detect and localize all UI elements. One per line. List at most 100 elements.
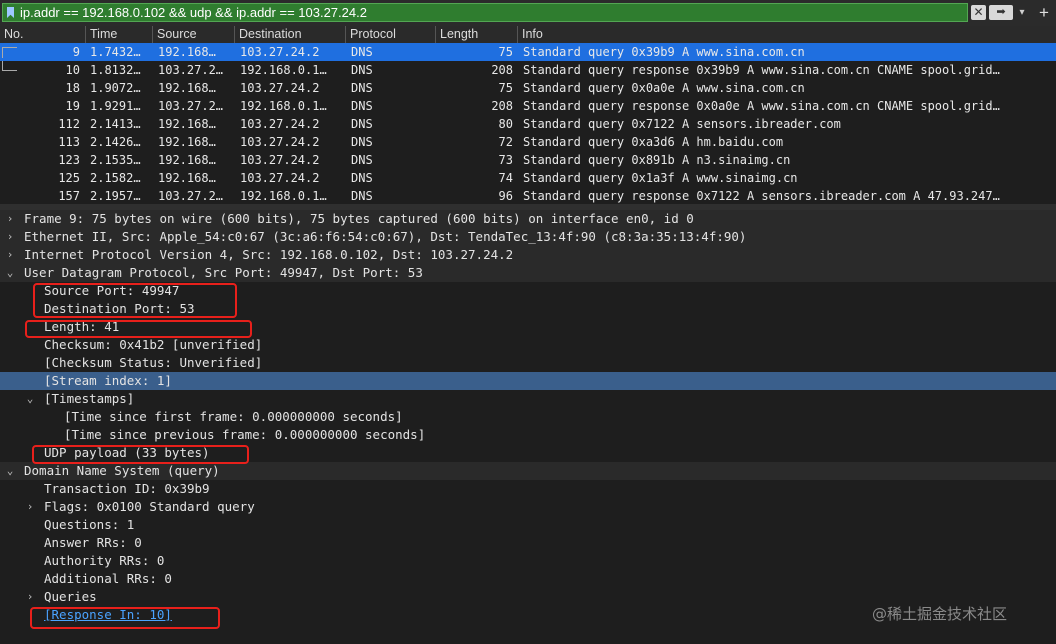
packet-row[interactable]: 10 1.8132… 103.27.2… 192.168.0.1… DNS 208 Stan… <box>0 61 1056 79</box>
packet-cell-len: 208 <box>491 63 513 77</box>
bookmark-icon[interactable] <box>7 7 14 18</box>
detail-text: Ethernet II, Src: Apple_54:c0:67 (3c:a6:… <box>24 229 747 244</box>
column-header-source[interactable]: Source <box>153 26 235 43</box>
expand-arrow-icon[interactable]: › <box>4 228 16 246</box>
detail-row[interactable]: Transaction ID: 0x39b9 <box>0 480 1056 498</box>
packet-row[interactable]: 125 2.1582… 192.168… 103.27.24.2 DNS 74 Standa… <box>0 169 1056 187</box>
packet-cell-info: Standard query 0x7122 A sensors.ibreader… <box>523 117 841 131</box>
detail-row[interactable]: ⌄ [Timestamps] <box>0 390 1056 408</box>
packet-row[interactable]: 113 2.1426… 192.168… 103.27.24.2 DNS 72 Standa… <box>0 133 1056 151</box>
packet-cell-info: Standard query response 0x7122 A sensors… <box>523 189 1000 203</box>
packet-details-tree: › Frame 9: 75 bytes on wire (600 bits), 7… <box>0 210 1056 644</box>
watermark: @稀土掘金技术社区 <box>872 605 1008 623</box>
detail-row[interactable]: [Time since previous frame: 0.000000000 … <box>0 426 1056 444</box>
packet-cell-len: 75 <box>498 81 513 95</box>
detail-text: Checksum: 0x41b2 [unverified] <box>44 337 263 352</box>
packet-cell-no: 113 <box>58 135 80 149</box>
packet-cell-proto: DNS <box>351 63 373 77</box>
packet-cell-src: 192.168… <box>158 81 216 95</box>
annotation-box-ports <box>33 283 237 318</box>
column-header-protocol[interactable]: Protocol <box>346 26 436 43</box>
detail-row[interactable]: ⌄ Domain Name System (query) <box>0 462 1056 480</box>
detail-row[interactable]: [Time since first frame: 0.000000000 sec… <box>0 408 1056 426</box>
packet-cell-time: 2.1413… <box>90 117 141 131</box>
detail-text: Answer RRs: 0 <box>44 535 142 550</box>
packet-cell-info: Standard query 0x891b A n3.sinaimg.cn <box>523 153 791 167</box>
column-header-no[interactable]: No. <box>0 26 86 43</box>
packet-cell-time: 2.1426… <box>90 135 141 149</box>
display-filter-bar: ip.addr == 192.168.0.102 && udp && ip.ad… <box>0 0 1056 26</box>
column-header-destination[interactable]: Destination <box>235 26 346 43</box>
packet-row[interactable]: 9 1.7432… 192.168… 103.27.24.2 DNS 75 Standard… <box>0 43 1056 61</box>
detail-row[interactable]: › Ethernet II, Src: Apple_54:c0:67 (3c:a6… <box>0 228 1056 246</box>
annotation-box-length <box>25 320 252 338</box>
filter-history-dropdown-icon[interactable]: ▾ <box>1016 5 1028 20</box>
packet-cell-info: Standard query 0x1a3f A www.sinaimg.cn <box>523 171 798 185</box>
clear-filter-button[interactable]: ✕ <box>971 5 986 20</box>
detail-text: Flags: 0x0100 Standard query <box>44 499 255 514</box>
packet-row[interactable]: 19 1.9291… 103.27.2… 192.168.0.1… DNS 208 Stan… <box>0 97 1056 115</box>
detail-row[interactable]: › Internet Protocol Version 4, Src: 192.1… <box>0 246 1056 264</box>
collapse-arrow-icon[interactable]: ⌄ <box>4 462 16 480</box>
detail-row[interactable]: Questions: 1 <box>0 516 1056 534</box>
packet-cell-proto: DNS <box>351 99 373 113</box>
packet-cell-src: 103.27.2… <box>158 189 224 203</box>
packet-cell-len: 80 <box>498 117 513 131</box>
detail-row[interactable]: › Flags: 0x0100 Standard query <box>0 498 1056 516</box>
detail-row[interactable]: Additional RRs: 0 <box>0 570 1056 588</box>
expand-arrow-icon[interactable]: › <box>4 210 16 228</box>
packet-cell-dst: 192.168.0.1… <box>240 99 327 113</box>
detail-text: Internet Protocol Version 4, Src: 192.16… <box>24 247 514 262</box>
packet-cell-dst: 192.168.0.1… <box>240 63 327 77</box>
detail-text: [Time since previous frame: 0.000000000 … <box>64 427 426 442</box>
detail-row[interactable]: Authority RRs: 0 <box>0 552 1056 570</box>
packet-cell-proto: DNS <box>351 135 373 149</box>
detail-row[interactable]: Answer RRs: 0 <box>0 534 1056 552</box>
packet-cell-no: 125 <box>58 171 80 185</box>
packet-cell-len: 74 <box>498 171 513 185</box>
display-filter-text[interactable]: ip.addr == 192.168.0.102 && udp && ip.ad… <box>20 5 367 20</box>
packet-cell-no: 19 <box>65 99 80 113</box>
column-header-length[interactable]: Length <box>436 26 518 43</box>
packet-cell-len: 75 <box>498 45 513 59</box>
packet-row[interactable]: 123 2.1535… 192.168… 103.27.24.2 DNS 73 Standa… <box>0 151 1056 169</box>
packet-cell-time: 2.1957… <box>90 189 141 203</box>
packet-cell-src: 192.168… <box>158 171 216 185</box>
detail-text: [Time since first frame: 0.000000000 sec… <box>64 409 403 424</box>
collapse-arrow-icon[interactable]: ⌄ <box>4 264 16 282</box>
expand-arrow-icon[interactable]: › <box>24 588 36 606</box>
detail-row[interactable]: ⌄ User Datagram Protocol, Src Port: 49947… <box>0 264 1056 282</box>
collapse-arrow-icon[interactable]: ⌄ <box>24 390 36 408</box>
display-filter-input[interactable]: ip.addr == 192.168.0.102 && udp && ip.ad… <box>2 3 968 22</box>
packet-cell-len: 96 <box>498 189 513 203</box>
detail-row[interactable]: Checksum: 0x41b2 [unverified] <box>0 336 1056 354</box>
packet-cell-dst: 103.27.24.2 <box>240 81 320 95</box>
add-filter-button[interactable]: + <box>1036 3 1052 22</box>
detail-text: [Stream index: 1] <box>44 373 172 388</box>
packet-row[interactable]: 18 1.9072… 192.168… 103.27.24.2 DNS 75 Standar… <box>0 79 1056 97</box>
detail-row[interactable]: [Stream index: 1] <box>0 372 1056 390</box>
packet-cell-no: 157 <box>58 189 80 203</box>
packet-cell-proto: DNS <box>351 153 373 167</box>
packet-cell-time: 1.8132… <box>90 63 141 77</box>
detail-text: Transaction ID: 0x39b9 <box>44 481 210 496</box>
packet-cell-dst: 103.27.24.2 <box>240 45 320 59</box>
column-header-info[interactable]: Info <box>518 26 1056 43</box>
packet-cell-src: 192.168… <box>158 45 216 59</box>
packet-cell-no: 123 <box>58 153 80 167</box>
expand-arrow-icon[interactable]: › <box>4 246 16 264</box>
detail-text: [Timestamps] <box>44 391 135 406</box>
detail-text: Frame 9: 75 bytes on wire (600 bits), 75… <box>24 211 694 226</box>
packet-cell-dst: 103.27.24.2 <box>240 171 320 185</box>
packet-row[interactable]: 112 2.1413… 192.168… 103.27.24.2 DNS 80 Standa… <box>0 115 1056 133</box>
annotation-box-udp-payload <box>32 445 249 464</box>
detail-row[interactable]: [Checksum Status: Unverified] <box>0 354 1056 372</box>
detail-row[interactable]: › Frame 9: 75 bytes on wire (600 bits), 7… <box>0 210 1056 228</box>
detail-text: Authority RRs: 0 <box>44 553 165 568</box>
packet-row[interactable]: 157 2.1957… 103.27.2… 192.168.0.1… DNS 96 Stan… <box>0 187 1056 204</box>
annotation-box-response-in <box>30 607 220 629</box>
apply-filter-button[interactable]: ➡ <box>989 5 1013 20</box>
expand-arrow-icon[interactable]: › <box>24 498 36 516</box>
packet-cell-proto: DNS <box>351 171 373 185</box>
column-header-time[interactable]: Time <box>86 26 153 43</box>
